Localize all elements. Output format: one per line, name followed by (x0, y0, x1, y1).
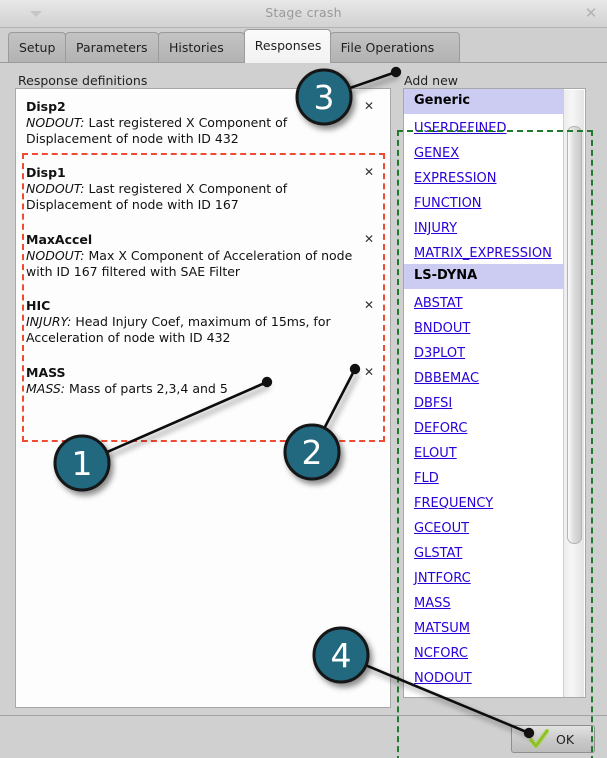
delete-response-icon[interactable]: ✕ (364, 99, 374, 113)
response-item-name: Disp2 (26, 99, 66, 114)
delete-response-icon[interactable]: ✕ (364, 165, 374, 179)
list-item-link[interactable]: JNTFORC (414, 571, 471, 586)
list-item-link[interactable]: NCFORC (414, 646, 468, 661)
ok-button[interactable]: OK (511, 725, 595, 753)
list-item-link[interactable]: DBBEMAC (414, 371, 479, 386)
list-item[interactable]: FREQUENCY (404, 489, 564, 514)
list-item-link[interactable]: GCEOUT (414, 521, 469, 536)
list-item-link[interactable]: BNDOUT (414, 321, 470, 336)
response-item[interactable]: Disp1 NODOUT: Last registered X Component… (26, 165, 382, 213)
list-item-link[interactable]: MASS (414, 596, 451, 611)
response-item-name: HIC (26, 298, 51, 313)
list-item[interactable]: FUNCTION (404, 189, 564, 214)
response-item-name: Disp1 (26, 165, 66, 180)
list-item[interactable]: USERDEFINED (404, 114, 564, 139)
add-new-label: Add new (404, 73, 459, 88)
response-item-description: NODOUT: Max X Component of Acceleration … (26, 248, 366, 280)
tab-responses[interactable]: Responses (243, 29, 331, 63)
delete-response-icon[interactable]: ✕ (364, 298, 374, 312)
tab-parameters[interactable]: Parameters (65, 32, 159, 63)
list-item[interactable]: FLD (404, 464, 564, 489)
list-item[interactable]: JNTFORC (404, 564, 564, 589)
list-item-link[interactable]: DBFSI (414, 396, 452, 411)
tab-setup[interactable]: Setup (8, 32, 66, 63)
check-icon (528, 729, 550, 749)
list-item[interactable]: NCFORC (404, 639, 564, 664)
response-item-name: MaxAccel (26, 232, 93, 247)
response-item-type: NODOUT: (26, 181, 85, 196)
response-definitions-list[interactable]: Disp2 NODOUT: Last registered X Component… (15, 88, 391, 708)
ok-button-label: OK (556, 732, 575, 747)
list-item[interactable]: DBFSI (404, 389, 564, 414)
delete-response-icon[interactable]: ✕ (364, 365, 374, 379)
list-item[interactable]: MASS (404, 589, 564, 614)
response-item-type: MASS: (26, 381, 65, 396)
list-item-link[interactable]: EXPRESSION (414, 171, 497, 186)
tab-bar: Setup Parameters Histories Responses File Op… (0, 28, 607, 63)
add-new-list[interactable]: Generic USERDEFINED GENEX EXPRESSION FUNCTIO… (403, 88, 586, 698)
list-item-link[interactable]: FREQUENCY (414, 496, 493, 511)
list-item[interactable]: GCEOUT (404, 514, 564, 539)
list-item-link[interactable]: ELOUT (414, 446, 457, 461)
list-item-link[interactable]: FUNCTION (414, 196, 482, 211)
list-group-header: Generic (404, 89, 564, 114)
response-item-type: NODOUT: (26, 248, 85, 263)
list-item[interactable]: ABSTAT (404, 289, 564, 314)
list-item-link[interactable]: INJURY (414, 221, 457, 236)
list-item-link[interactable]: DEFORC (414, 421, 467, 436)
response-item-description: NODOUT: Last registered X Component of D… (26, 181, 366, 213)
list-item-link[interactable]: ABSTAT (414, 296, 463, 311)
list-item[interactable]: BNDOUT (404, 314, 564, 339)
response-item-text: Head Injury Coef, maximum of 15ms, for A… (26, 314, 331, 345)
list-item[interactable]: EXPRESSION (404, 164, 564, 189)
list-item-link[interactable]: MATSUM (414, 621, 470, 636)
list-item[interactable]: MATRIX_EXPRESSION (404, 239, 564, 264)
list-item[interactable]: NODOUT (404, 664, 564, 689)
response-item-description: MASS: Mass of parts 2,3,4 and 5 (26, 381, 366, 397)
list-item[interactable]: GLSTAT (404, 539, 564, 564)
response-item[interactable]: Disp2 NODOUT: Last registered X Component… (26, 99, 382, 147)
list-item-link[interactable]: NODOUT (414, 671, 472, 686)
response-item-description: INJURY: Head Injury Coef, maximum of 15m… (26, 314, 366, 346)
list-item[interactable]: DBBEMAC (404, 364, 564, 389)
response-item-name: MASS (26, 365, 66, 380)
response-item[interactable]: MaxAccel NODOUT: Max X Component of Accel… (26, 232, 382, 280)
list-item[interactable]: MATSUM (404, 614, 564, 639)
response-item-text: Mass of parts 2,3,4 and 5 (68, 381, 228, 396)
list-item-link[interactable]: GENEX (414, 146, 459, 161)
list-item[interactable]: DEFORC (404, 414, 564, 439)
title-bar: Stage crash ✕ (0, 0, 607, 28)
response-item-type: INJURY: (26, 314, 72, 329)
list-item-link[interactable]: USERDEFINED (414, 121, 507, 136)
dialog-footer: OK (0, 715, 607, 758)
response-item-type: NODOUT: (26, 115, 85, 130)
response-item[interactable]: HIC INJURY: Head Injury Coef, maximum of … (26, 298, 382, 346)
response-item-description: NODOUT: Last registered X Component of D… (26, 115, 366, 147)
list-item[interactable]: GENEX (404, 139, 564, 164)
dialog-window: Stage crash ✕ Setup Parameters Histories Re… (0, 0, 607, 758)
close-icon[interactable]: ✕ (583, 6, 599, 22)
tab-histories[interactable]: Histories (158, 32, 245, 63)
list-item-link[interactable]: MATRIX_EXPRESSION (414, 246, 552, 261)
response-item[interactable]: MASS MASS: Mass of parts 2,3,4 and 5 ✕ (26, 365, 382, 397)
list-item-link[interactable]: D3PLOT (414, 346, 465, 361)
list-item-link[interactable]: GLSTAT (414, 546, 462, 561)
delete-response-icon[interactable]: ✕ (364, 232, 374, 246)
list-item[interactable]: INJURY (404, 214, 564, 239)
list-item[interactable]: ELOUT (404, 439, 564, 464)
list-item-link[interactable]: FLD (414, 471, 439, 486)
vertical-scrollbar[interactable] (563, 90, 584, 697)
scrollbar-thumb[interactable] (567, 126, 582, 544)
response-definitions-label: Response definitions (18, 73, 148, 88)
tab-file-operations[interactable]: File Operations (329, 32, 460, 63)
list-group-header: LS-DYNA (404, 264, 564, 289)
window-title: Stage crash (265, 5, 342, 20)
list-item[interactable]: D3PLOT (404, 339, 564, 364)
tab-content-responses: Response definitions Disp2 NODOUT: Last r… (0, 62, 607, 758)
